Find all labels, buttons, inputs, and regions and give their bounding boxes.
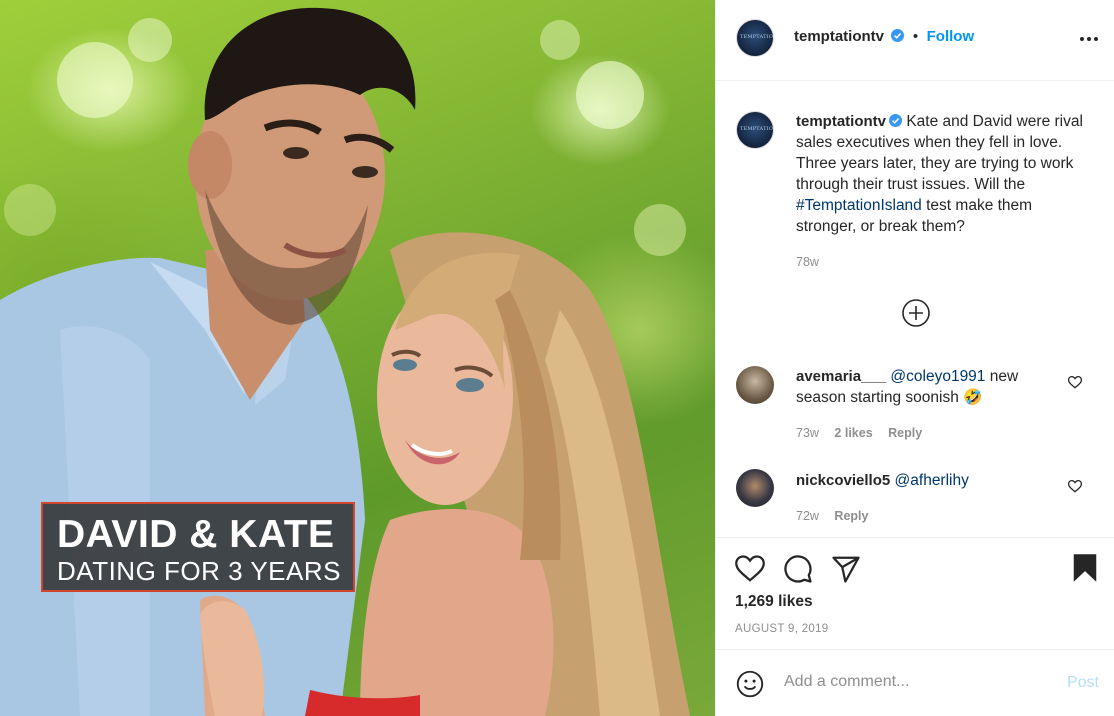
comment-likes-1[interactable]: 2 likes (834, 426, 872, 440)
caption-avatar[interactable]: TEMPTATION (736, 111, 774, 149)
comment-meta-1: 73w 2 likes Reply (796, 426, 922, 440)
caption-username[interactable]: temptationtv (796, 113, 886, 130)
comment-username-1[interactable]: avemaria___ (796, 368, 886, 385)
comment-reply-button-1[interactable]: Reply (888, 426, 922, 440)
comment-text-2: nickcoviello5 @afherlihy (796, 470, 1051, 491)
post-image[interactable]: DAVID & KATE DATING FOR 3 YEARS (0, 0, 715, 716)
comment-input[interactable] (782, 672, 1046, 692)
heart-icon[interactable] (735, 555, 765, 583)
post-comment-button[interactable]: Post (1067, 674, 1099, 692)
comment-mention-1[interactable]: @coleyo1991 (890, 368, 985, 385)
post-date[interactable]: AUGUST 9, 2019 (735, 623, 828, 635)
post-details-panel: TEMPTATION temptationtv • Follow TEMPTAT… (715, 0, 1114, 716)
couple-photo-illustration (0, 7, 690, 716)
comment-reply-button-2[interactable]: Reply (834, 509, 868, 523)
emoji-icon[interactable] (736, 670, 764, 698)
add-comment-bar: Post (716, 649, 1114, 716)
header-user-row: temptationtv • Follow (794, 28, 974, 46)
share-icon[interactable] (831, 554, 861, 584)
comment-time-1[interactable]: 73w (796, 426, 819, 440)
caption-verified-badge-icon (889, 114, 902, 127)
overlay-subtitle: DATING FOR 3 YEARS (57, 556, 341, 586)
comment-like-heart-icon-2[interactable] (1068, 480, 1082, 493)
load-more-icon[interactable] (901, 298, 931, 328)
header-username[interactable]: temptationtv (794, 28, 884, 45)
post-header: TEMPTATION temptationtv • Follow (716, 0, 1114, 81)
comment-like-heart-icon[interactable] (1068, 376, 1082, 389)
caption-timestamp[interactable]: 78w (796, 255, 819, 269)
overlay-title: DAVID & KATE (57, 513, 335, 556)
comment-avatar-avemaria[interactable] (736, 366, 774, 404)
comment-icon[interactable] (783, 554, 813, 584)
avatar-logo-text: TEMPTATION (740, 34, 774, 40)
comment-mention-2[interactable]: @afherlihy (895, 472, 969, 489)
header-avatar[interactable]: TEMPTATION (736, 19, 774, 57)
verified-badge-icon (891, 29, 905, 42)
likes-count[interactable]: 1,269 likes (735, 593, 813, 611)
more-options-icon[interactable] (1079, 27, 1099, 51)
caption-hashtag-link[interactable]: #TemptationIsland (796, 197, 922, 214)
comment-text-1: avemaria___ @coleyo1991 new season start… (796, 366, 1051, 408)
bookmark-icon[interactable] (1071, 553, 1099, 583)
caption-avatar-logo-text: TEMPTATION (740, 126, 774, 132)
follow-button[interactable]: Follow (927, 28, 975, 45)
comment-meta-2: 72w Reply (796, 509, 868, 523)
header-separator: • (912, 28, 919, 45)
couple-name-overlay: DAVID & KATE DATING FOR 3 YEARS (41, 502, 355, 592)
comment-time-2[interactable]: 72w (796, 509, 819, 523)
comment-avatar-nickcoviello[interactable] (736, 469, 774, 507)
comment-username-2[interactable]: nickcoviello5 (796, 472, 890, 489)
caption: temptationtv Kate and David were rival s… (796, 111, 1096, 237)
